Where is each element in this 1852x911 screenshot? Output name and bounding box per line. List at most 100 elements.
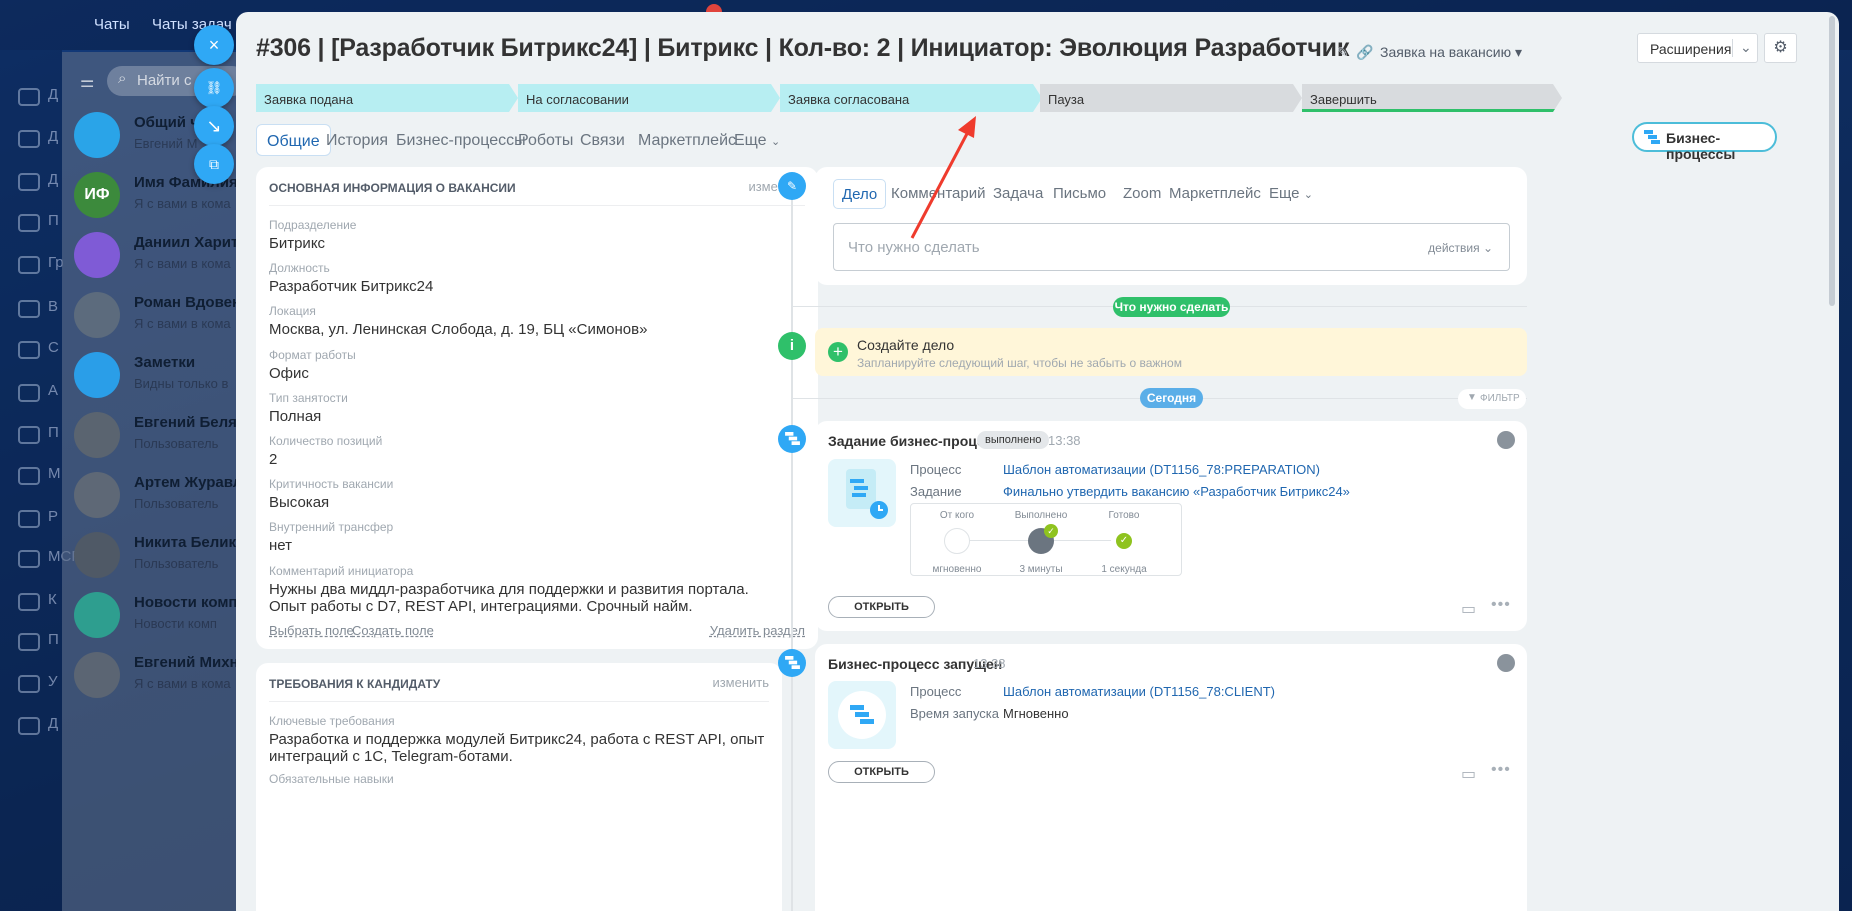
settings-gear-icon[interactable]: ⚙ [1764, 33, 1797, 63]
process-link[interactable]: Шаблон автоматизации (DT1156_78:CLIENT) [1003, 684, 1275, 699]
menu-item-label[interactable]: Д [48, 171, 58, 188]
business-processes-button[interactable]: Бизнес-процессы [1632, 122, 1777, 162]
menu-item-label[interactable]: С [48, 339, 59, 356]
avatar [74, 592, 120, 638]
menu-item-icon[interactable] [18, 593, 40, 611]
tab-5[interactable]: Связи [570, 124, 635, 156]
user-avatar-icon[interactable] [1497, 431, 1515, 449]
stage-2[interactable]: На согласовании [518, 84, 780, 112]
chat-list-item[interactable]: Никита Белик Пользователь [74, 528, 254, 588]
extensions-button[interactable]: Расширения ⌄ [1637, 33, 1758, 63]
page-scrollbar[interactable] [1829, 16, 1835, 306]
section-divider [269, 205, 805, 206]
menu-item-icon[interactable] [18, 426, 40, 444]
menu-item-label[interactable]: Р [48, 508, 58, 525]
menu-item-label[interactable]: Д [48, 86, 58, 103]
chat-list-item[interactable]: Даниил Харит Я с вами в кома [74, 228, 254, 288]
filter-icon[interactable]: ⚌ [80, 72, 94, 92]
actions-dropdown[interactable]: действия ⌄ [1428, 241, 1493, 255]
activity-tab-4[interactable]: Письмо [1045, 179, 1114, 209]
category-selector[interactable]: Заявка на вакансию ▾ [1380, 44, 1522, 61]
menu-item-label[interactable]: П [48, 631, 59, 648]
chat-list-item[interactable]: Евгений Беляе Пользователь [74, 408, 254, 468]
stage-1[interactable]: Заявка подана [256, 84, 518, 112]
edit-title-icon[interactable]: ✎ [1337, 44, 1351, 60]
tab-label: История [326, 132, 389, 149]
menu-item-label[interactable]: Д [48, 715, 58, 732]
stage-5[interactable]: Завершить [1302, 84, 1562, 112]
menu-item-label[interactable]: В [48, 298, 58, 315]
menu-item-icon[interactable] [18, 88, 40, 106]
todo-input[interactable]: Что нужно сделать действия ⌄ [833, 223, 1510, 271]
menu-item-icon[interactable] [18, 717, 40, 735]
plus-icon[interactable]: + [828, 342, 848, 362]
tab-label: Роботы [518, 132, 574, 149]
chat-list-item[interactable]: Роман Вдовен Я с вами в кома [74, 288, 254, 348]
chat-list-item[interactable]: Артем Журавл Пользователь [74, 468, 254, 528]
chat-list-item[interactable]: Заметки Видны только в [74, 348, 254, 408]
section-title: Основная информация о вакансии [269, 181, 516, 195]
business-process-icon [778, 425, 806, 453]
open-new-window-icon[interactable]: ⧉ [194, 144, 234, 184]
menu-item-label[interactable]: А [48, 382, 58, 399]
menu-item-label[interactable]: П [48, 424, 59, 441]
top-tab-chats[interactable]: Чаты [94, 16, 130, 33]
field-value: нет [269, 537, 292, 555]
menu-item-icon[interactable] [18, 173, 40, 191]
menu-item-label[interactable]: М [48, 465, 61, 482]
user-avatar-icon[interactable] [1497, 654, 1515, 672]
menu-item-icon[interactable] [18, 467, 40, 485]
open-button[interactable]: Открыть [828, 761, 935, 783]
create-field-link[interactable]: Создать поле [352, 623, 434, 638]
choose-field-link[interactable]: Выбрать поле [269, 623, 354, 638]
create-activity-banner[interactable]: + Создайте дело Запланируйте следующий ш… [815, 328, 1527, 376]
avatar [74, 532, 120, 578]
task-link[interactable]: Финально утвердить вакансию «Разработчик… [1003, 484, 1350, 499]
menu-item-icon[interactable] [18, 256, 40, 274]
note-icon[interactable]: ▭ [1461, 599, 1476, 619]
more-icon[interactable]: ••• [1491, 596, 1511, 614]
business-process-icon [778, 649, 806, 677]
chevron-down-icon[interactable]: ⌄ [1740, 39, 1752, 56]
process-link[interactable]: Шаблон автоматизации (DT1156_78:PREPARAT… [1003, 462, 1320, 477]
timeline-filter-button[interactable]: ▼ Фильтр [1458, 389, 1526, 409]
stage-3[interactable]: Заявка согласована [780, 84, 1042, 112]
menu-item-icon[interactable] [18, 550, 40, 568]
user-done-icon: ✓ [1028, 524, 1058, 554]
close-slider-button[interactable]: × [194, 25, 234, 65]
activity-tab-3[interactable]: Задача [985, 179, 1051, 209]
more-icon[interactable]: ••• [1491, 761, 1511, 779]
menu-item-icon[interactable] [18, 214, 40, 232]
menu-item-icon[interactable] [18, 633, 40, 651]
copy-link-icon[interactable]: ⛓ [194, 68, 234, 108]
extensions-label: Расширения [1650, 41, 1732, 57]
menu-item-icon[interactable] [18, 384, 40, 402]
activity-tab-label: Задача [993, 185, 1044, 202]
note-icon[interactable]: ▭ [1461, 764, 1476, 784]
open-button[interactable]: Открыть [828, 596, 935, 618]
section-edit-link[interactable]: изменить [712, 675, 769, 690]
menu-item-icon[interactable] [18, 300, 40, 318]
activity-tab-label: Zoom [1123, 185, 1162, 202]
stage-4[interactable]: Пауза [1040, 84, 1302, 112]
tab-7[interactable]: Еще ⌄ [724, 124, 790, 156]
activity-tab-1[interactable]: Дело [833, 179, 887, 209]
menu-item-icon[interactable] [18, 510, 40, 528]
menu-item-label[interactable]: К [48, 591, 57, 608]
menu-item-label[interactable]: У [48, 673, 58, 690]
menu-item-icon[interactable] [18, 675, 40, 693]
menu-item-icon[interactable] [18, 130, 40, 148]
activity-tab-6[interactable]: Маркетплейс [1161, 179, 1269, 209]
activity-tab-7[interactable]: Еще ⌄ [1261, 179, 1321, 209]
menu-item-label[interactable]: Д [48, 128, 58, 145]
menu-item-icon[interactable] [18, 341, 40, 359]
minimize-icon[interactable]: ↘ [194, 106, 234, 146]
business-processes-label: Бизнес-процессы [1666, 130, 1736, 162]
chat-list-item[interactable]: Евгений Михн Я с вами в кома [74, 648, 254, 708]
business-process-illustration-icon [828, 681, 896, 749]
menu-item-label[interactable]: П [48, 212, 59, 229]
info-icon: i [778, 332, 806, 360]
link-icon[interactable]: 🔗 [1356, 44, 1373, 60]
chat-list-item[interactable]: Новости комп Новости комп [74, 588, 254, 648]
activity-tab-2[interactable]: Комментарий [883, 179, 993, 209]
